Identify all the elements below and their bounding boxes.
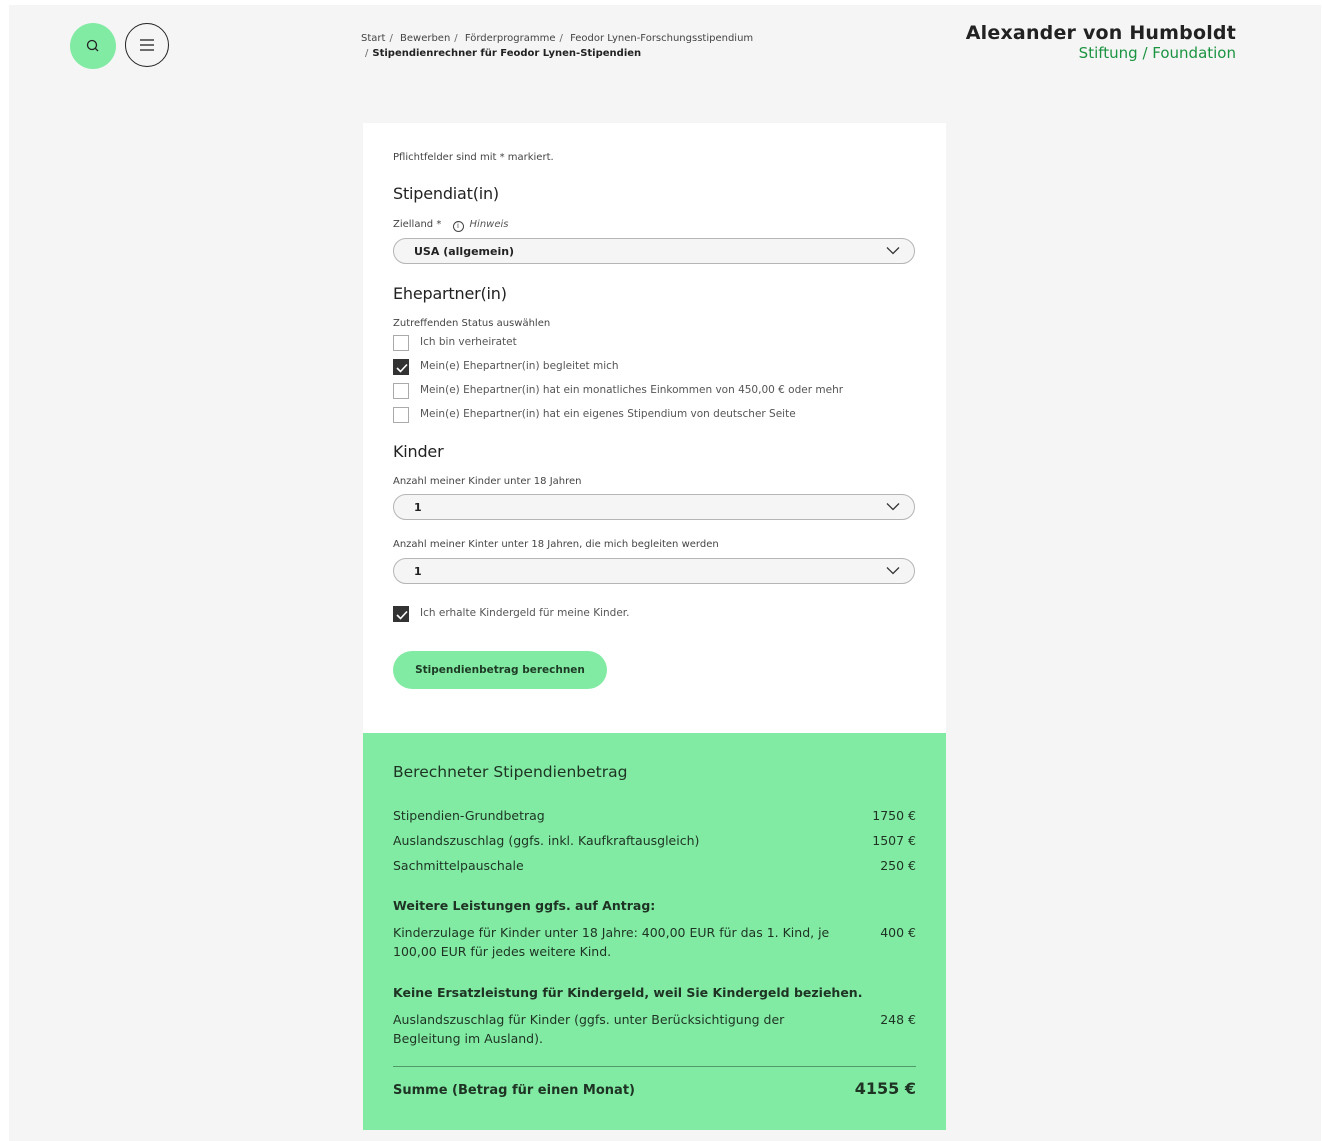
- result-row-amount: 1507 €: [872, 833, 916, 848]
- menu-button[interactable]: [125, 23, 169, 67]
- country-select[interactable]: USA (allgemein): [393, 238, 915, 264]
- breadcrumb-start[interactable]: Start: [361, 33, 385, 44]
- breadcrumb-current: Stipendienrechner für Feodor Lynen-Stipe…: [372, 48, 642, 59]
- children-accompany-select[interactable]: 1: [393, 558, 915, 584]
- result-row: Stipendien-Grundbetrag 1750 €: [393, 806, 916, 825]
- checkbox-label: Mein(e) Ehepartner(in) begleitet mich: [420, 360, 619, 372]
- result-row-amount: 400 €: [880, 925, 916, 940]
- search-button[interactable]: [70, 23, 116, 69]
- checkmark-icon: [396, 610, 408, 620]
- children-count-select[interactable]: 1: [393, 494, 915, 520]
- breadcrumb: Start / Bewerben / Förderprogramme / Feodor…: [361, 31, 781, 61]
- result-row-amount: 1750 €: [872, 808, 916, 823]
- logo-line-1: Alexander von Humboldt: [965, 22, 1236, 44]
- children-count-value: 1: [414, 501, 422, 514]
- children-accompany-label: Anzahl meiner Kinter unter 18 Jahren, di…: [393, 539, 719, 550]
- result-row: Sachmittelpauschale 250 €: [393, 856, 916, 875]
- checkbox-box-checked[interactable]: [393, 606, 409, 622]
- result-row-amount: 248 €: [880, 1012, 916, 1027]
- breadcrumb-foerderprogramme[interactable]: Förderprogramme: [465, 33, 556, 44]
- checkbox-box[interactable]: [393, 335, 409, 351]
- result-panel: Berechneter Stipendienbetrag Stipendien-…: [363, 733, 946, 1130]
- checkbox-label: Ich bin verheiratet: [420, 336, 517, 348]
- calculate-button[interactable]: Stipendienbetrag berechnen: [393, 651, 607, 689]
- checkbox-box-checked[interactable]: [393, 359, 409, 375]
- breadcrumb-feodor-lynen[interactable]: Feodor Lynen-Forschungsstipendium: [570, 33, 753, 44]
- breadcrumb-separator: /: [389, 33, 393, 44]
- breadcrumb-separator: /: [559, 33, 563, 44]
- humboldt-logo[interactable]: Alexander von Humboldt Stiftung / Founda…: [960, 22, 1236, 62]
- country-select-value: USA (allgemein): [414, 245, 515, 258]
- checkbox-label: Mein(e) Ehepartner(in) hat ein eigenes S…: [420, 408, 796, 420]
- chevron-down-icon: [886, 247, 900, 255]
- hamburger-menu-icon: [140, 39, 154, 51]
- country-label-text: Zielland: [393, 219, 434, 230]
- no-substitute-heading: Keine Ersatzleistung für Kindergeld, wei…: [393, 985, 863, 1000]
- breadcrumb-separator: /: [365, 48, 369, 59]
- divider: [393, 1066, 916, 1067]
- checkmark-icon: [396, 363, 408, 373]
- info-icon[interactable]: i: [452, 221, 464, 232]
- child-allowance-row: Kinderzulage für Kinder unter 18 Jahre: …: [393, 923, 916, 961]
- required-mark: *: [436, 219, 442, 230]
- result-row-label: Sachmittelpauschale: [393, 858, 524, 873]
- logo-line-2: Stiftung / Foundation: [1078, 44, 1236, 62]
- result-row-label: Auslandszuschlag für Kinder (ggfs. unter…: [393, 1012, 785, 1046]
- section-heading-scholar: Stipendiat(in): [393, 184, 499, 203]
- checkbox-label: Mein(e) Ehepartner(in) hat ein monatlich…: [420, 384, 844, 396]
- result-row-label: Auslandszuschlag (ggfs. inkl. Kaufkrafta…: [393, 833, 700, 848]
- result-row: Auslandszuschlag (ggfs. inkl. Kaufkrafta…: [393, 831, 916, 850]
- result-row-label: Stipendien-Grundbetrag: [393, 808, 545, 823]
- country-field-label: Zielland * i Hinweis: [393, 219, 509, 232]
- checkbox-box[interactable]: [393, 383, 409, 399]
- checkbox-label: Ich erhalte Kindergeld für meine Kinder.: [420, 607, 630, 619]
- result-row-amount: 250 €: [880, 858, 916, 873]
- sum-amount: 4155 €: [854, 1079, 916, 1098]
- chevron-down-icon: [886, 503, 900, 511]
- children-count-label: Anzahl meiner Kinder unter 18 Jahren: [393, 476, 582, 487]
- calculator-form: Pflichtfelder sind mit * markiert. Stipe…: [363, 123, 946, 733]
- required-fields-note: Pflichtfelder sind mit * markiert.: [393, 152, 554, 163]
- result-row-label: Kinderzulage für Kinder unter 18 Jahre: …: [393, 925, 830, 959]
- breadcrumb-separator: /: [454, 33, 458, 44]
- section-heading-children: Kinder: [393, 442, 444, 461]
- child-foreign-allowance-row: Auslandszuschlag für Kinder (ggfs. unter…: [393, 1010, 916, 1048]
- section-heading-spouse: Ehepartner(in): [393, 284, 507, 303]
- further-benefits-heading: Weitere Leistungen ggfs. auf Antrag:: [393, 898, 656, 913]
- status-label: Zutreffenden Status auswählen: [393, 318, 551, 329]
- sum-label: Summe (Betrag für einen Monat): [393, 1083, 635, 1098]
- hint-link[interactable]: Hinweis: [470, 219, 509, 230]
- result-title: Berechneter Stipendienbetrag: [393, 763, 628, 781]
- chevron-down-icon: [886, 567, 900, 575]
- breadcrumb-bewerben[interactable]: Bewerben: [400, 33, 450, 44]
- children-accompany-value: 1: [414, 565, 422, 578]
- checkbox-box[interactable]: [393, 407, 409, 423]
- search-icon: [86, 39, 99, 52]
